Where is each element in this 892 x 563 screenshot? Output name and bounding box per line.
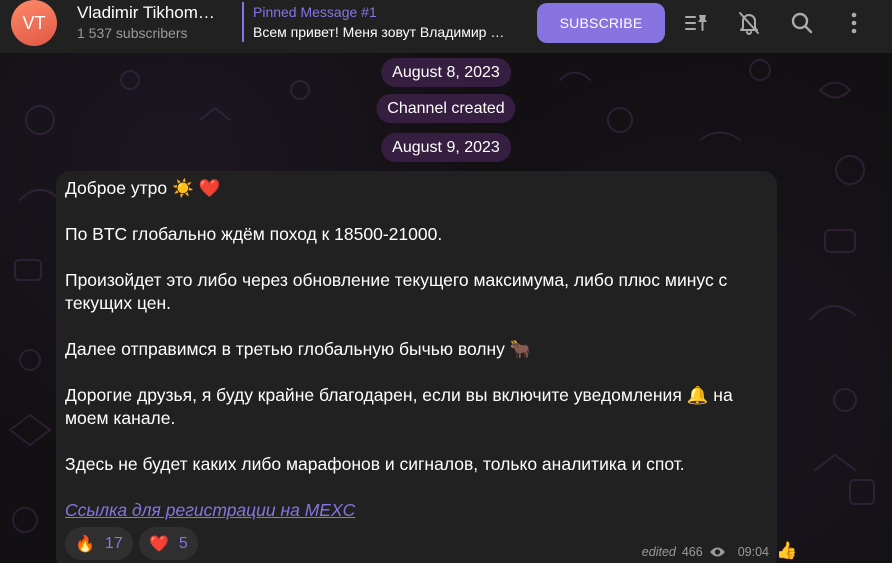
message-line: Далее отправимся в третью глобальную быч… xyxy=(65,339,532,359)
message-line: Здесь не будет каких либо марафонов и си… xyxy=(65,454,685,474)
message-text: Доброе утро ☀️ ❤️ По BTC глобально ждём … xyxy=(65,177,765,522)
date-separator: August 9, 2023 xyxy=(381,133,511,162)
reaction-count: 5 xyxy=(178,534,188,552)
message-line: Дорогие друзья, я буду крайне благодарен… xyxy=(65,385,733,428)
quick-reaction-thumbs-up[interactable]: 👍 xyxy=(774,538,800,563)
subscribe-button[interactable]: SUBSCRIBE xyxy=(537,3,665,43)
edited-label: edited xyxy=(641,545,676,559)
pinned-list-icon[interactable] xyxy=(683,10,709,36)
message-line: По BTC глобально ждём поход к 18500-2100… xyxy=(65,224,443,244)
service-message: Channel created xyxy=(376,94,516,123)
message-meta: edited 466 09:04 xyxy=(642,545,769,559)
channel-avatar[interactable]: VT xyxy=(11,0,57,46)
reaction-fire[interactable]: 🔥 17 xyxy=(65,527,133,560)
reaction-heart[interactable]: ❤️ 5 xyxy=(139,527,198,560)
pinned-message-bar[interactable]: Pinned Message #1 Всем привет! Меня зову… xyxy=(242,2,515,42)
message-line: Доброе утро ☀️ ❤️ xyxy=(65,178,221,198)
mute-bell-icon[interactable] xyxy=(736,10,762,36)
mexc-registration-link[interactable]: Ссылка для регистрации на MEXC xyxy=(65,500,355,520)
message-bubble[interactable]: Доброе утро ☀️ ❤️ По BTC глобально ждём … xyxy=(56,171,777,563)
telegram-channel-view: VT Vladimir Tikhomirov 1 537 subscribers… xyxy=(0,0,892,563)
more-vertical-icon[interactable] xyxy=(841,10,867,36)
pinned-message-title: Pinned Message #1 xyxy=(253,4,377,20)
channel-name[interactable]: Vladimir Tikhomirov xyxy=(77,3,217,23)
chat-header: VT Vladimir Tikhomirov 1 537 subscribers… xyxy=(0,0,892,53)
date-separator: August 8, 2023 xyxy=(381,58,511,87)
fire-emoji-icon: 🔥 xyxy=(75,535,95,553)
pinned-message-text: Всем привет! Меня зовут Владимир Тихомир… xyxy=(253,24,508,40)
message-time: 09:04 xyxy=(737,545,769,559)
search-icon[interactable] xyxy=(789,10,815,36)
view-count: 466 xyxy=(681,545,703,559)
heart-emoji-icon: ❤️ xyxy=(149,535,169,553)
message-line: Произойдет это либо через обновление тек… xyxy=(65,270,728,313)
subscriber-count: 1 537 subscribers xyxy=(77,25,188,41)
reaction-count: 17 xyxy=(104,534,123,552)
eye-icon xyxy=(709,547,725,557)
